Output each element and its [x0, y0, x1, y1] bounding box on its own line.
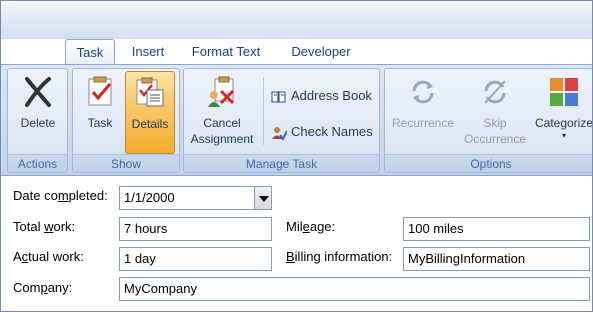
- delete-button[interactable]: Delete: [12, 71, 64, 154]
- group-label-options: Options: [385, 154, 592, 172]
- details-button[interactable]: Details: [125, 71, 175, 154]
- company-field[interactable]: MyCompany: [119, 277, 590, 301]
- delete-label: Delete: [20, 116, 56, 130]
- skip-occurrence-button[interactable]: Skip Occurrence: [459, 71, 531, 154]
- group-actions: Delete Actions: [7, 68, 68, 173]
- categorize-button[interactable]: Categorize ▾: [531, 71, 593, 154]
- date-completed-label: Date completed:: [13, 188, 108, 203]
- separator: [263, 77, 264, 145]
- ribbon: Delete Actions Task Details Show Cancel …: [1, 64, 593, 176]
- skip-occurrence-label-2: Occurrence: [463, 132, 527, 146]
- mileage-field[interactable]: 100 miles: [403, 217, 590, 241]
- title-bar: [1, 1, 592, 39]
- total-work-label: Total work:: [13, 219, 76, 234]
- tab-task[interactable]: Task: [65, 39, 115, 67]
- address-book-label: Address Book: [291, 88, 372, 103]
- check-names-button[interactable]: Check Names: [271, 121, 373, 143]
- cancel-assignment-button[interactable]: Cancel Assignment: [186, 71, 258, 154]
- tab-insert[interactable]: Insert: [123, 39, 173, 65]
- group-show: Task Details Show: [72, 68, 180, 173]
- address-book-icon: [271, 91, 286, 103]
- date-completed-field[interactable]: 1/1/2000: [119, 186, 255, 210]
- details-form: Date completed: 1/1/2000 Total work: 7 h…: [1, 178, 592, 311]
- skip-occurrence-label-1: Skip: [483, 116, 507, 130]
- details-label: Details: [131, 117, 169, 131]
- group-label-manage-task: Manage Task: [184, 154, 379, 172]
- billing-information-label: Billing information:: [286, 249, 393, 264]
- actual-work-field[interactable]: 1 day: [119, 247, 272, 271]
- billing-information-field[interactable]: MyBillingInformation: [403, 247, 590, 271]
- tab-developer[interactable]: Developer: [281, 39, 361, 65]
- ribbon-tabs: Task Insert Format Text Developer: [1, 37, 592, 67]
- categorize-icon: [550, 78, 578, 106]
- recurrence-label: Recurrence: [391, 116, 455, 130]
- tab-format-text[interactable]: Format Text: [183, 39, 269, 65]
- company-label: Company:: [13, 280, 73, 295]
- group-label-actions: Actions: [8, 154, 67, 172]
- group-manage-task: Cancel Assignment Address Book Check Nam…: [183, 68, 380, 173]
- categorize-label: Categorize: [534, 116, 593, 130]
- delete-icon: [25, 77, 51, 107]
- address-book-button[interactable]: Address Book: [271, 85, 372, 107]
- mileage-label: Mileage:: [286, 219, 336, 234]
- cancel-assignment-label-2: Assignment: [190, 132, 254, 146]
- check-names-label: Check Names: [291, 124, 373, 139]
- group-label-show: Show: [73, 154, 179, 172]
- skip-occurrence-icon: [484, 80, 506, 104]
- total-work-field[interactable]: 7 hours: [119, 217, 272, 241]
- group-options: Recurrence Skip Occurrence Categorize ▾ …: [384, 68, 593, 173]
- task-window: Task Insert Format Text Developer Delete…: [0, 0, 593, 312]
- cancel-assignment-icon: [208, 76, 235, 107]
- cancel-assignment-label-1: Cancel: [203, 116, 241, 130]
- task-view-button[interactable]: Task: [76, 71, 124, 154]
- actual-work-label: Actual work:: [13, 249, 84, 264]
- chevron-down-icon: ▾: [561, 131, 566, 140]
- recurrence-button[interactable]: Recurrence: [387, 71, 459, 154]
- recurrence-icon: [412, 80, 434, 104]
- task-icon: [88, 76, 112, 106]
- task-view-label: Task: [87, 116, 113, 130]
- details-icon: [136, 77, 164, 107]
- check-names-icon: [272, 126, 287, 141]
- date-dropdown-button[interactable]: [254, 186, 272, 210]
